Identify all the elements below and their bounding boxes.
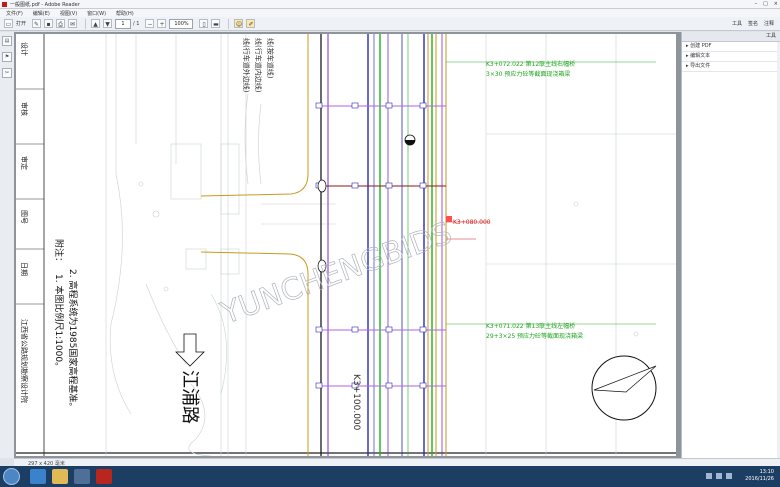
rot-label-3: 线(行车道外边线) (242, 38, 251, 93)
title-bar: 一般图纸.pdf - Adobe Reader – □ × (0, 0, 780, 9)
label-drawing-no: 图号 (20, 210, 28, 224)
note-line-1: 1. 本图比例尺1:1000。 (53, 274, 65, 371)
menu-view[interactable]: 视图(V) (60, 10, 77, 17)
bookmarks-icon[interactable]: ⚑ (2, 52, 12, 62)
toolbar: ▭ 打开 ✎ ▪ ⎙ ✉ ▲ ▼ 1 / 1 − + 100% ▯ ▬ ☺ ✐ … (0, 17, 780, 31)
fit-page-icon[interactable]: ▯ (199, 19, 209, 28)
create-pdf-icon[interactable]: ✎ (32, 19, 42, 28)
anno-top-2: 3×30 预应力砼等截面现浇箱梁 (486, 70, 570, 78)
comment-icon[interactable]: ☺ (234, 19, 244, 28)
anno-bot-2: 29+3×25 预应力砼等截面现浇箱梁 (486, 332, 583, 340)
tools-item-edit-text-label: 编辑文本 (690, 53, 711, 59)
zoom-out-icon[interactable]: − (145, 19, 155, 28)
window-controls: – □ × (755, 1, 778, 7)
tools-item-create-pdf-label: 创建 PDF (690, 43, 712, 49)
tools-item-export-label: 导出文件 (690, 63, 711, 69)
menu-help[interactable]: 帮助(H) (116, 10, 134, 17)
station-main-label: K3+100.000 (351, 374, 361, 431)
open-folder-icon[interactable]: ▭ (4, 19, 13, 28)
save-icon[interactable]: ▪ (44, 19, 54, 28)
print-icon[interactable]: ⎙ (56, 19, 66, 28)
label-institute: 江西省公路规划勘察设计院 (20, 319, 29, 403)
ie-icon[interactable] (30, 469, 46, 484)
pdf-page: K3+080.000 K3+072.022 第12联主线右幅桥 3×30 预应力… (16, 34, 676, 456)
start-button[interactable] (3, 468, 20, 485)
station-marker: K3+080.000 (446, 216, 491, 226)
adobe-reader-icon (2, 1, 7, 7)
label-design: 设计 (20, 42, 29, 56)
station-mid-label: K3+080.000 (453, 219, 491, 226)
label-review: 审核 (20, 102, 29, 116)
attachments-icon[interactable]: ✂ (2, 68, 12, 78)
menu-window[interactable]: 窗口(W) (87, 10, 106, 17)
taskbar-clock[interactable]: 13:10 2016/11/26 (745, 469, 774, 483)
adobe-reader-taskbar-icon[interactable] (96, 469, 112, 484)
tools-pane-header[interactable]: 工具 (682, 32, 780, 42)
page-thumbnails-icon[interactable]: ▤ (2, 36, 12, 46)
zoom-select[interactable]: 100% (169, 18, 194, 29)
windows-taskbar: 13:10 2016/11/26 (0, 466, 780, 487)
tray-flag-icon[interactable] (726, 473, 732, 479)
label-date: 日期 (20, 262, 28, 276)
open-label[interactable]: 打开 (16, 20, 26, 27)
tray-volume-icon[interactable] (716, 473, 722, 479)
next-page-icon[interactable]: ▼ (103, 19, 113, 28)
media-player-icon[interactable] (74, 469, 90, 484)
tools-pane: 工具 ▸ 创建 PDF ▸ 编辑文本 ▸ 导出文件 (681, 32, 780, 458)
toolbar-divider (85, 18, 87, 29)
minimize-button[interactable]: – (755, 1, 758, 7)
toolbar-right: 工具 签名 注释 (732, 20, 774, 27)
window-title: 一般图纸.pdf - Adobe Reader (10, 1, 80, 8)
tools-tab[interactable]: 工具 (732, 20, 742, 27)
anno-bot-1: K3+071.022 第13联主线左幅桥 (486, 322, 575, 330)
sign-tab[interactable]: 签名 (748, 20, 758, 27)
comment-tab[interactable]: 注释 (764, 20, 774, 27)
zoom-in-icon[interactable]: + (157, 19, 167, 28)
label-approve: 审定 (20, 156, 29, 170)
cad-drawing: K3+080.000 K3+072.022 第12联主线右幅桥 3×30 预应力… (16, 34, 676, 456)
maximize-button[interactable]: □ (763, 1, 768, 7)
document-view[interactable]: K3+080.000 K3+072.022 第12联主线右幅桥 3×30 预应力… (14, 32, 681, 458)
clock-time: 13:10 (759, 469, 774, 475)
note-title: 附注： (53, 239, 65, 266)
clock-date: 2016/11/26 (745, 476, 774, 482)
tools-item-edit-text[interactable]: ▸ 编辑文本 (682, 52, 780, 62)
menu-file[interactable]: 文件(F) (6, 10, 23, 17)
left-navigation-pane: ▤ ⚑ ✂ (0, 32, 15, 458)
menu-bar: 文件(F) 编辑(E) 视图(V) 窗口(W) 帮助(H) (0, 9, 780, 17)
tools-item-create-pdf[interactable]: ▸ 创建 PDF (682, 42, 780, 52)
note-line-2: 2. 高程系统为1985国家高程基准。 (67, 269, 79, 411)
menu-edit[interactable]: 编辑(E) (33, 10, 50, 17)
dimension-lines (446, 61, 656, 325)
direction-arrow (175, 333, 205, 367)
page-number-input[interactable]: 1 (115, 18, 132, 29)
close-button[interactable]: × (774, 1, 778, 7)
toolbar-divider-2 (228, 18, 230, 29)
system-tray (706, 473, 732, 479)
rot-label-1: 线(按车道线) (266, 38, 275, 79)
explorer-icon[interactable] (52, 469, 68, 484)
page-total: / 1 (133, 20, 140, 27)
north-arrow-compass (591, 355, 657, 421)
anno-top-1: K3+072.022 第12联主线右幅桥 (486, 60, 575, 68)
rot-label-2: 线(行车道内边线) (254, 38, 263, 93)
watermark: YUNCHENGBIDS (216, 216, 457, 332)
prev-page-icon[interactable]: ▲ (91, 19, 101, 28)
tray-network-icon[interactable] (706, 473, 712, 479)
email-icon[interactable]: ✉ (68, 19, 78, 28)
highlight-icon[interactable]: ✐ (246, 19, 256, 28)
fit-width-icon[interactable]: ▬ (211, 19, 221, 28)
road-name: 江浦路 (179, 370, 200, 424)
tools-item-export[interactable]: ▸ 导出文件 (682, 62, 780, 72)
